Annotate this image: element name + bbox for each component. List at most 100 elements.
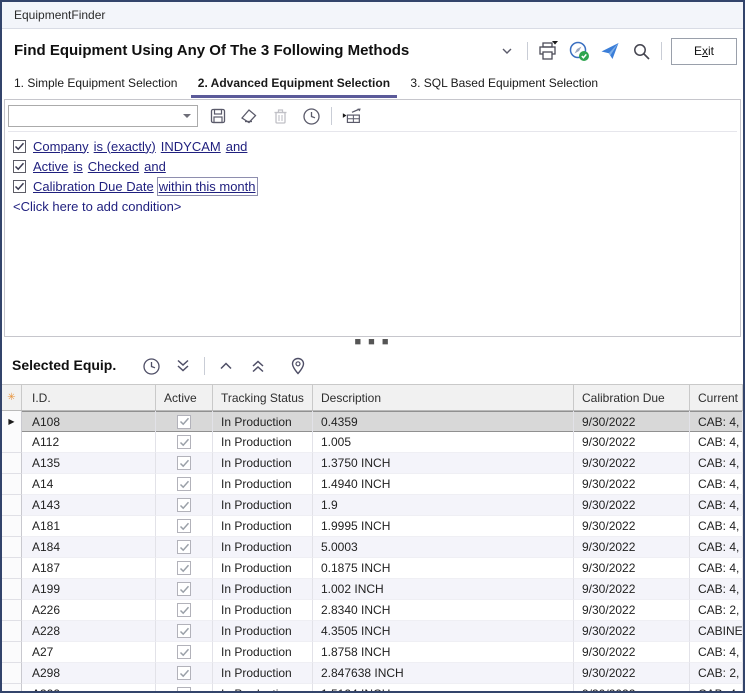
column-header-active[interactable]: Active xyxy=(156,385,213,410)
active-checkbox[interactable] xyxy=(177,435,191,449)
tab-advanced-selection[interactable]: 2. Advanced Equipment Selection xyxy=(191,76,397,98)
cell-current-location[interactable]: CABINET: 4 xyxy=(690,621,743,642)
add-condition-link[interactable]: <Click here to add condition> xyxy=(13,196,732,216)
move-up-icon[interactable] xyxy=(215,355,237,377)
table-row[interactable]: A112 In Production 1.005 9/30/2022 CAB: … xyxy=(2,432,743,453)
table-row[interactable]: A27 In Production 1.8758 INCH 9/30/2022 … xyxy=(2,642,743,663)
table-row[interactable]: A226 In Production 2.8340 INCH 9/30/2022… xyxy=(2,600,743,621)
cell-id[interactable]: A199 xyxy=(22,579,156,600)
active-checkbox[interactable] xyxy=(177,687,191,691)
cell-calibration-due[interactable]: 9/30/2022 xyxy=(574,432,690,453)
table-row[interactable]: A228 In Production 4.3505 INCH 9/30/2022… xyxy=(2,621,743,642)
cell-calibration-due[interactable]: 9/30/2022 xyxy=(574,453,690,474)
condition-checkbox[interactable] xyxy=(13,140,26,153)
active-checkbox[interactable] xyxy=(177,498,191,512)
active-checkbox[interactable] xyxy=(177,540,191,554)
cell-calibration-due[interactable]: 9/30/2022 xyxy=(574,684,690,691)
cell-calibration-due[interactable]: 9/30/2022 xyxy=(574,474,690,495)
cell-calibration-due[interactable]: 9/30/2022 xyxy=(574,537,690,558)
cell-calibration-due[interactable]: 9/30/2022 xyxy=(574,516,690,537)
cell-id[interactable]: A181 xyxy=(22,516,156,537)
active-checkbox[interactable] xyxy=(177,415,191,429)
cell-description[interactable]: 1.8758 INCH xyxy=(313,642,574,663)
cell-id[interactable]: A184 xyxy=(22,537,156,558)
tab-sql-selection[interactable]: 3. SQL Based Equipment Selection xyxy=(410,76,598,95)
cell-description[interactable]: 5.0003 xyxy=(313,537,574,558)
clear-filter-eraser-icon[interactable] xyxy=(238,105,260,127)
cell-tracking-status[interactable]: In Production xyxy=(213,642,313,663)
cell-tracking-status[interactable]: In Production xyxy=(213,663,313,684)
cell-current-location[interactable]: CAB: 4, SH xyxy=(690,453,743,474)
condition-link[interactable]: is xyxy=(73,159,82,174)
filter-history-clock-icon[interactable] xyxy=(300,105,322,127)
export-to-grid-icon[interactable] xyxy=(341,105,363,127)
condition-link[interactable]: Active xyxy=(33,159,68,174)
cell-description[interactable]: 1.5124 INCH xyxy=(313,684,574,691)
column-header-id[interactable]: I.D. xyxy=(22,385,156,410)
cell-tracking-status[interactable]: In Production xyxy=(213,621,313,642)
condition-link[interactable]: within this month xyxy=(159,179,256,194)
cell-tracking-status[interactable]: In Production xyxy=(213,537,313,558)
cell-description[interactable]: 4.3505 INCH xyxy=(313,621,574,642)
condition-link[interactable]: and xyxy=(144,159,166,174)
cell-id[interactable]: A298 xyxy=(22,663,156,684)
cell-id[interactable]: A143 xyxy=(22,495,156,516)
combo-dropdown-icon[interactable] xyxy=(183,114,191,118)
cell-current-location[interactable]: CAB: 2, SH xyxy=(690,600,743,621)
location-pin-icon[interactable] xyxy=(287,355,309,377)
table-row[interactable]: A187 In Production 0.1875 INCH 9/30/2022… xyxy=(2,558,743,579)
cell-current-location[interactable]: CAB: 4, SH xyxy=(690,495,743,516)
cell-id[interactable]: A112 xyxy=(22,432,156,453)
cell-calibration-due[interactable]: 9/30/2022 xyxy=(574,621,690,642)
window-titlebar[interactable]: EquipmentFinder xyxy=(2,2,743,29)
cell-description[interactable]: 1.005 xyxy=(313,432,574,453)
cell-description[interactable]: 2.8340 INCH xyxy=(313,600,574,621)
cell-tracking-status[interactable]: In Production xyxy=(213,579,313,600)
cell-calibration-due[interactable]: 9/30/2022 xyxy=(574,579,690,600)
condition-link[interactable]: INDYCAM xyxy=(161,139,221,154)
cell-tracking-status[interactable]: In Production xyxy=(213,411,313,432)
cell-tracking-status[interactable]: In Production xyxy=(213,432,313,453)
table-row[interactable]: A14 In Production 1.4940 INCH 9/30/2022 … xyxy=(2,474,743,495)
exit-button[interactable]: Exit xyxy=(671,38,737,65)
table-row[interactable]: A322 In Production 1.5124 INCH 9/30/2022… xyxy=(2,684,743,691)
cell-calibration-due[interactable]: 9/30/2022 xyxy=(574,600,690,621)
active-checkbox[interactable] xyxy=(177,645,191,659)
cell-id[interactable]: A135 xyxy=(22,453,156,474)
cell-tracking-status[interactable]: In Production xyxy=(213,684,313,691)
cell-current-location[interactable]: CAB: 4, SH xyxy=(690,432,743,453)
active-checkbox[interactable] xyxy=(177,582,191,596)
validate-icon[interactable] xyxy=(568,40,590,62)
table-row[interactable]: A199 In Production 1.002 INCH 9/30/2022 … xyxy=(2,579,743,600)
delete-filter-trash-icon[interactable] xyxy=(269,105,291,127)
condition-link[interactable]: is (exactly) xyxy=(94,139,156,154)
table-row[interactable]: A298 In Production 2.847638 INCH 9/30/20… xyxy=(2,663,743,684)
cell-current-location[interactable]: CAB: 4, SH xyxy=(690,474,743,495)
cell-calibration-due[interactable]: 9/30/2022 xyxy=(574,411,690,432)
condition-checkbox[interactable] xyxy=(13,180,26,193)
active-checkbox[interactable] xyxy=(177,477,191,491)
condition-checkbox[interactable] xyxy=(13,160,26,173)
condition-link[interactable]: Company xyxy=(33,139,89,154)
saved-filter-input[interactable] xyxy=(12,106,176,126)
active-checkbox[interactable] xyxy=(177,519,191,533)
cell-id[interactable]: A27 xyxy=(22,642,156,663)
cell-id[interactable]: A187 xyxy=(22,558,156,579)
cell-current-location[interactable]: CAB: 4, SH xyxy=(690,411,743,432)
cell-id[interactable]: A108 xyxy=(22,411,156,432)
active-checkbox[interactable] xyxy=(177,456,191,470)
tab-simple-selection[interactable]: 1. Simple Equipment Selection xyxy=(14,76,177,95)
cell-current-location[interactable]: CAB: 4, SH xyxy=(690,537,743,558)
panel-splitter[interactable]: ■ ■ ■ xyxy=(2,337,743,351)
cell-tracking-status[interactable]: In Production xyxy=(213,495,313,516)
cell-description[interactable]: 2.847638 INCH xyxy=(313,663,574,684)
table-row[interactable]: A135 In Production 1.3750 INCH 9/30/2022… xyxy=(2,453,743,474)
cell-description[interactable]: 1.3750 INCH xyxy=(313,453,574,474)
cell-tracking-status[interactable]: In Production xyxy=(213,474,313,495)
cell-description[interactable]: 1.9995 INCH xyxy=(313,516,574,537)
condition-link[interactable]: Checked xyxy=(88,159,139,174)
print-icon[interactable] xyxy=(537,40,559,62)
cell-description[interactable]: 1.9 xyxy=(313,495,574,516)
cell-tracking-status[interactable]: In Production xyxy=(213,516,313,537)
column-header-tracking-status[interactable]: Tracking Status xyxy=(213,385,313,410)
